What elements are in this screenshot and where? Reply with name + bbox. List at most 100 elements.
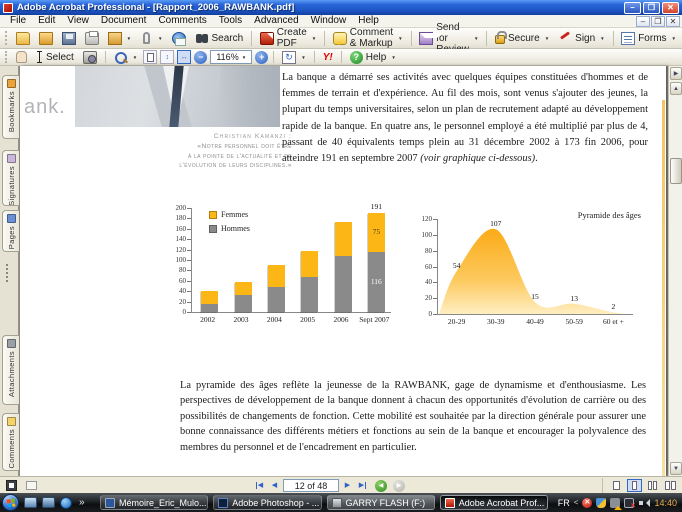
fit-width-button[interactable]: ↔ bbox=[177, 50, 192, 64]
select-tool-button[interactable]: Select bbox=[33, 50, 77, 65]
last-page-button[interactable]: ▶ bbox=[356, 479, 369, 492]
continuous-button[interactable] bbox=[627, 479, 642, 492]
page-size-icon[interactable] bbox=[6, 480, 17, 491]
save-button[interactable] bbox=[59, 31, 79, 46]
menu-items: File Edit View Document Comments Tools Advance… bbox=[4, 15, 385, 27]
menu-file[interactable]: File bbox=[4, 15, 32, 27]
secure-button[interactable]: Secure bbox=[492, 31, 552, 45]
quote-block: Christian Kamanzi : «Notre personnel doi… bbox=[78, 132, 292, 171]
minimize-button[interactable]: – bbox=[624, 1, 641, 14]
attach-button[interactable] bbox=[137, 31, 165, 45]
facing-button[interactable] bbox=[663, 479, 678, 492]
scrollbar-thumb[interactable] bbox=[670, 158, 682, 184]
doc-restore-button[interactable]: ❐ bbox=[651, 15, 665, 27]
photo-shoulder bbox=[220, 66, 280, 127]
bar-xtick-label: 2003 bbox=[233, 315, 249, 324]
bar-segment-hommes bbox=[301, 276, 319, 312]
update-warning-icon[interactable] bbox=[610, 497, 623, 510]
bar-ytick-label: 200 bbox=[175, 204, 187, 212]
network-disconnected-icon[interactable] bbox=[624, 497, 635, 510]
close-button[interactable]: ✕ bbox=[662, 1, 679, 14]
hand-tool-button[interactable] bbox=[13, 50, 30, 64]
doc-close-button[interactable]: ✕ bbox=[666, 15, 680, 27]
clock[interactable]: 14:40 bbox=[654, 498, 677, 508]
show-desktop-icon[interactable] bbox=[24, 497, 37, 508]
zoom-level-value: 116% bbox=[216, 52, 239, 62]
facing-icon bbox=[665, 481, 670, 490]
sidebar-tab-pages[interactable]: Pages bbox=[2, 210, 19, 252]
sign-button[interactable]: Sign bbox=[555, 31, 607, 46]
vertical-scrollbar[interactable]: ▶ ▲ ▼ bbox=[668, 66, 682, 476]
toolbar-grip[interactable] bbox=[5, 31, 8, 45]
menu-view[interactable]: View bbox=[61, 15, 95, 27]
document-pane[interactable]: ank. Christian Kamanzi : «Notre personne… bbox=[19, 66, 668, 476]
taskbar-button[interactable]: Adobe Acrobat Prof... bbox=[439, 495, 548, 510]
next-view-button[interactable]: ▶ bbox=[393, 479, 405, 492]
search-button[interactable]: Search bbox=[192, 31, 247, 46]
help-label: Help bbox=[365, 51, 387, 63]
page-accent-stripe bbox=[662, 100, 665, 476]
tray-chevron[interactable]: < bbox=[574, 498, 579, 507]
previous-page-button[interactable]: ◀ bbox=[268, 479, 281, 492]
scroll-down-arrow[interactable]: ▼ bbox=[670, 462, 682, 475]
organizer-open-button[interactable] bbox=[36, 31, 56, 46]
legend-swatch-hommes bbox=[209, 224, 217, 233]
file-toolbar: Search Create PDF Comment & Markup Send … bbox=[0, 22, 682, 55]
forms-label: Forms bbox=[638, 32, 667, 44]
create-pdf-button[interactable]: Create PDF bbox=[257, 26, 319, 50]
security-alert-icon[interactable]: ✕ bbox=[582, 497, 593, 508]
zoom-level-combo[interactable]: 116% bbox=[210, 50, 253, 64]
open-button[interactable] bbox=[13, 31, 33, 46]
taskbar-button[interactable]: Adobe Photoshop - ... bbox=[213, 495, 322, 510]
taskbar-button[interactable]: Mémoire_Eric_Mulo... bbox=[100, 495, 209, 510]
continuous-facing-button[interactable] bbox=[645, 479, 660, 492]
sidebar-tab-attachments[interactable]: Attachments bbox=[2, 335, 19, 405]
zoom-tool-button[interactable] bbox=[111, 50, 140, 65]
sidebar-tab-signatures[interactable]: Signatures bbox=[2, 150, 19, 206]
start-button[interactable] bbox=[2, 494, 19, 511]
restore-button[interactable]: ❐ bbox=[643, 1, 660, 14]
fit-page-button[interactable] bbox=[143, 50, 158, 64]
organizer-button[interactable] bbox=[105, 31, 134, 46]
comment-markup-button[interactable]: Comment & Markup bbox=[330, 26, 406, 50]
single-page-button[interactable] bbox=[609, 479, 624, 492]
doc-minimize-button[interactable]: – bbox=[636, 15, 650, 27]
menu-tools[interactable]: Tools bbox=[213, 15, 248, 27]
print-button[interactable] bbox=[82, 30, 102, 46]
pane-expand-arrow[interactable]: ▶ bbox=[670, 67, 682, 80]
area-ytick-label: 0 bbox=[428, 310, 433, 318]
menu-edit[interactable]: Edit bbox=[32, 15, 61, 27]
first-page-button[interactable]: ◀ bbox=[253, 479, 266, 492]
snapshot-button[interactable] bbox=[80, 50, 100, 65]
media-player-icon[interactable] bbox=[60, 496, 72, 509]
zoom-in-button[interactable]: + bbox=[255, 50, 269, 64]
binoculars-icon bbox=[195, 32, 209, 45]
pane-splitter-handle[interactable] bbox=[6, 264, 13, 282]
toolbar-grip[interactable] bbox=[5, 51, 8, 63]
sidebar-tab-comments[interactable]: Comments bbox=[2, 413, 19, 471]
fit-height-button[interactable]: ↕ bbox=[160, 50, 175, 64]
page-indicator[interactable]: 12 of 48 bbox=[283, 479, 339, 492]
menu-comments[interactable]: Comments bbox=[152, 15, 212, 27]
language-indicator[interactable]: FR bbox=[558, 498, 570, 508]
next-page-button[interactable]: ▶ bbox=[341, 479, 354, 492]
email-button[interactable] bbox=[169, 31, 189, 46]
forms-button[interactable]: Forms bbox=[618, 31, 679, 46]
rotate-pages-button[interactable] bbox=[279, 50, 308, 65]
help-button[interactable]: ? Help bbox=[347, 50, 399, 65]
comment-markup-label: Comment & Markup bbox=[349, 27, 394, 49]
window-switcher-icon[interactable] bbox=[42, 497, 55, 508]
antivirus-shield-icon[interactable] bbox=[596, 497, 607, 508]
taskbar-button[interactable]: GARRY FLASH (F:) bbox=[326, 495, 435, 510]
scroll-up-arrow[interactable]: ▲ bbox=[670, 82, 682, 95]
pane-toggle-icon[interactable] bbox=[26, 481, 37, 490]
quick-launch-more-chevron[interactable]: » bbox=[79, 497, 85, 508]
menu-document[interactable]: Document bbox=[95, 15, 153, 27]
previous-view-button[interactable]: ◀ bbox=[375, 479, 387, 492]
yahoo-toolbar-button[interactable]: Y! bbox=[320, 51, 336, 64]
zoom-out-button[interactable]: − bbox=[194, 50, 208, 64]
sidebar-tab-bookmarks[interactable]: Bookmarks bbox=[2, 75, 19, 139]
magnifier-icon bbox=[114, 51, 128, 64]
staff-bar-chart: 200 180 160 140 120 100 80 60 40 20 0 2002 2003 2004 2… bbox=[165, 202, 405, 338]
volume-icon[interactable] bbox=[638, 498, 651, 508]
